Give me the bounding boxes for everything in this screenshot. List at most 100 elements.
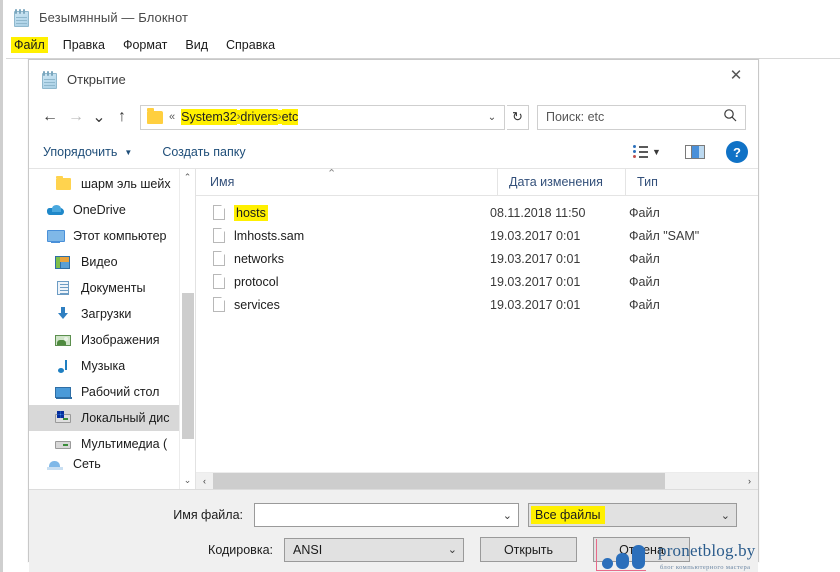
up-icon[interactable]: ↑	[109, 104, 135, 130]
file-list-horizontal-scrollbar[interactable]: ‹ ›	[196, 472, 758, 489]
sidebar-item-label: Видео	[81, 255, 118, 269]
breadcrumb-segment-etc[interactable]: etc	[281, 109, 299, 125]
table-row[interactable]: protocol 19.03.2017 0:01 Файл	[196, 270, 758, 293]
encoding-value: ANSI	[293, 542, 323, 557]
open-button[interactable]: Открыть	[480, 537, 577, 562]
table-row[interactable]: networks 19.03.2017 0:01 Файл	[196, 247, 758, 270]
forward-icon[interactable]: →	[63, 104, 89, 130]
search-input-text: Поиск: etc	[546, 110, 605, 124]
organize-label: Упорядочить	[43, 145, 118, 159]
breadcrumb-segment-system32[interactable]: System32	[181, 109, 237, 125]
file-name-cell: networks	[234, 251, 285, 266]
change-view-button[interactable]: ▼	[628, 140, 666, 164]
notepad-titlebar: Безымянный — Блокнот	[3, 0, 840, 34]
scrollbar-thumb[interactable]	[182, 293, 194, 439]
encoding-row: Кодировка: ANSI ⌄ Открыть Отмена	[29, 537, 758, 562]
network-icon	[47, 457, 64, 470]
breadcrumb-root-icon[interactable]: «	[169, 111, 181, 123]
navigation-pane-scrollbar[interactable]: ⌃ ⌄	[179, 169, 195, 489]
search-icon	[723, 108, 739, 127]
file-icon	[213, 297, 225, 312]
file-name-cell: hosts	[234, 204, 490, 221]
menu-item-file[interactable]: Файл	[11, 37, 48, 53]
screenshot-root: Безымянный — Блокнот Файл Правка Формат …	[0, 0, 840, 572]
file-type-select[interactable]: Все файлы ⌄	[528, 503, 737, 527]
table-row[interactable]: hosts 08.11.2018 11:50 Файл	[196, 201, 758, 224]
search-input[interactable]: Поиск: etc	[537, 104, 746, 130]
organize-button[interactable]: Упорядочить ▼	[43, 145, 132, 159]
chevron-down-icon[interactable]: ⌄	[482, 112, 502, 123]
sidebar-item-music[interactable]: Музыка	[29, 353, 195, 379]
menu-item-view[interactable]: Вид	[185, 37, 217, 53]
scroll-down-icon[interactable]: ⌄	[180, 472, 195, 489]
column-header-type[interactable]: Тип	[625, 169, 745, 196]
dialog-titlebar: Открытие ✕	[29, 60, 758, 98]
chevron-down-icon: ▼	[124, 147, 133, 157]
menu-item-help[interactable]: Справка	[226, 37, 284, 53]
sidebar-item-sharm[interactable]: шарм эль шейх	[29, 171, 195, 197]
scroll-up-icon[interactable]: ⌃	[180, 169, 195, 186]
file-type-cell: Файл	[629, 297, 660, 312]
file-type-cell: Файл	[629, 205, 660, 220]
sidebar-item-videos[interactable]: Видео	[29, 249, 195, 275]
scrollbar-thumb[interactable]	[213, 472, 665, 489]
scrollbar-track[interactable]	[213, 472, 741, 489]
sidebar-item-label: Документы	[81, 281, 146, 295]
file-icon	[213, 205, 225, 220]
filename-label: Имя файла:	[173, 508, 243, 522]
pictures-icon	[55, 332, 72, 348]
open-file-dialog: Открытие ✕ ← → ⌄ ↑ « System32 › drivers …	[28, 59, 759, 572]
encoding-label: Кодировка:	[208, 542, 273, 557]
back-icon[interactable]: ←	[37, 104, 63, 130]
sidebar-item-local-disk[interactable]: Локальный дис	[29, 405, 195, 431]
sidebar-item-label: Локальный дис	[81, 411, 170, 425]
sidebar-item-multimedia[interactable]: Мультимедиа (	[29, 431, 195, 457]
preview-pane-button[interactable]	[678, 140, 712, 164]
recent-locations-icon[interactable]: ⌄	[89, 104, 109, 130]
filename-input[interactable]: ⌄	[254, 503, 519, 527]
file-type-cell: Файл "SAM"	[629, 228, 700, 243]
refresh-icon[interactable]: ↻	[507, 104, 529, 130]
address-bar[interactable]: « System32 › drivers › etc ⌄	[140, 104, 505, 130]
file-list-pane: ⌃ Имя Дата изменения Тип hosts 08.11.201…	[196, 169, 758, 489]
file-date-cell: 19.03.2017 0:01	[490, 274, 581, 289]
chevron-down-icon: ▼	[652, 147, 661, 157]
music-icon	[55, 358, 72, 374]
close-icon[interactable]: ✕	[714, 60, 758, 90]
scroll-right-icon[interactable]: ›	[741, 476, 758, 486]
column-header-date[interactable]: Дата изменения	[497, 169, 625, 196]
sidebar-item-network[interactable]: Сеть	[29, 457, 195, 470]
help-icon[interactable]: ?	[726, 141, 748, 163]
cancel-button[interactable]: Отмена	[593, 537, 690, 562]
sidebar-item-desktop[interactable]: Рабочий стол	[29, 379, 195, 405]
menu-item-edit[interactable]: Правка	[63, 37, 114, 53]
sidebar-item-this-pc[interactable]: Этот компьютер	[29, 223, 195, 249]
sidebar-item-documents[interactable]: Документы	[29, 275, 195, 301]
sidebar-item-onedrive[interactable]: OneDrive	[29, 197, 195, 223]
file-name-cell: services	[234, 297, 280, 312]
new-folder-button[interactable]: Создать папку	[162, 145, 245, 159]
menu-item-format[interactable]: Формат	[123, 37, 176, 53]
table-row[interactable]: lmhosts.sam 19.03.2017 0:01 Файл "SAM"	[196, 224, 758, 247]
file-type-cell: Файл	[629, 274, 660, 289]
sidebar-item-label: Сеть	[73, 457, 101, 470]
file-date-cell: 19.03.2017 0:01	[490, 297, 581, 312]
notepad-menubar: Файл Правка Формат Вид Справка	[3, 34, 840, 56]
breadcrumb-segment-drivers[interactable]: drivers	[240, 109, 278, 125]
file-list-rows: hosts 08.11.2018 11:50 Файл lmhosts.sam …	[196, 196, 758, 316]
watermark-subtitle: блог компьютерного мастера	[660, 564, 751, 571]
preview-pane-icon	[685, 145, 705, 159]
table-row[interactable]: services 19.03.2017 0:01 Файл	[196, 293, 758, 316]
toolbar-right-group: ▼ ?	[628, 140, 748, 164]
sidebar-item-pictures[interactable]: Изображения	[29, 327, 195, 353]
notepad-title: Безымянный — Блокнот	[39, 9, 189, 25]
column-header-name[interactable]: Имя	[210, 169, 497, 196]
sidebar-item-label: Музыка	[81, 359, 126, 373]
breadcrumb: « System32 › drivers › etc	[169, 109, 482, 125]
scroll-left-icon[interactable]: ‹	[196, 476, 213, 486]
chevron-down-icon[interactable]: ⌄	[503, 509, 512, 522]
folder-icon	[147, 107, 163, 124]
encoding-select[interactable]: ANSI ⌄	[284, 537, 464, 562]
notepad-icon	[41, 70, 58, 89]
sidebar-item-downloads[interactable]: Загрузки	[29, 301, 195, 327]
